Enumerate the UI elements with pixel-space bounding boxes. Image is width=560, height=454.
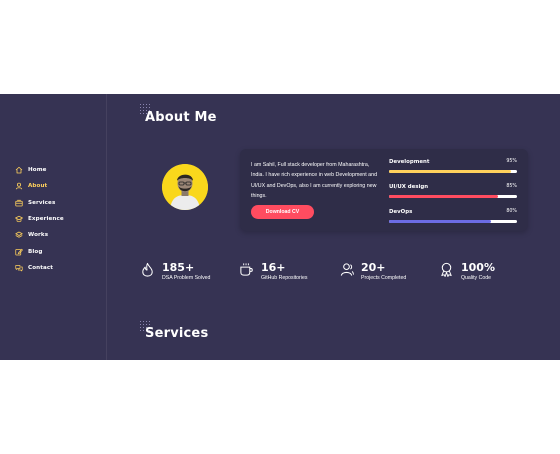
stat-label: Quality Code [461, 275, 491, 281]
skill-ui-ux-design: UI/UX design 85% [389, 182, 517, 198]
users-icon [339, 262, 354, 277]
skill-progress-fill [389, 170, 511, 173]
nav-item-about[interactable]: About [14, 178, 64, 194]
nav-label-about: About [28, 183, 48, 190]
stat-github-repos: 16+ GitHub Repositories [239, 261, 307, 282]
services-title: Services [145, 326, 209, 341]
nav-label-services: Services [28, 199, 56, 206]
profile-photo [162, 164, 208, 210]
avatar [162, 164, 208, 210]
nav-menu: Home About Services Experience Works Blo… [14, 162, 64, 276]
skill-progress-track [389, 220, 517, 223]
skill-name: Development [389, 158, 430, 165]
graduation-cap-icon [14, 215, 23, 224]
stat-label: Projects Completed [361, 275, 407, 281]
nav-item-home[interactable]: Home [14, 162, 64, 178]
stat-dsa-problems: 185+ DSA Problem Solved [140, 261, 210, 282]
stat-projects: 20+ Projects Completed [339, 261, 406, 282]
nav-label-home: Home [28, 167, 47, 174]
layers-icon [14, 231, 23, 240]
nav-label-contact: Contact [28, 264, 54, 271]
nav-item-services[interactable]: Services [14, 195, 64, 211]
skill-percent: 95% [506, 159, 517, 164]
nav-label-experience: Experience [28, 216, 64, 223]
about-title: About Me [145, 110, 217, 125]
page-viewport: Home About Services Experience Works Blo… [0, 94, 560, 360]
stat-quality-code: 100% Quality Code [439, 261, 495, 282]
skill-devops: DevOps 80% [389, 207, 517, 223]
sidebar: Home About Services Experience Works Blo… [0, 94, 107, 360]
stat-value: 16+ [261, 261, 286, 274]
stat-value: 185+ [162, 261, 195, 274]
award-badge-icon [439, 262, 454, 277]
skill-progress-fill [389, 195, 498, 198]
about-card: I am Sahil, Full stack developer from Ma… [240, 149, 528, 231]
coffee-cup-icon [239, 262, 254, 277]
nav-item-works[interactable]: Works [14, 227, 64, 243]
house-icon [14, 166, 23, 175]
stat-label: GitHub Repositories [261, 275, 308, 281]
skill-name: DevOps [389, 208, 413, 215]
edit-icon [14, 247, 23, 256]
skill-progress-fill [389, 220, 492, 223]
nav-item-experience[interactable]: Experience [14, 211, 64, 227]
skill-percent: 85% [506, 184, 517, 189]
stat-label: DSA Problem Solved [162, 275, 211, 281]
user-icon [14, 182, 23, 191]
skills-list: Development 95% UI/UX design 85% DevOps … [389, 157, 517, 232]
skill-percent: 80% [506, 209, 517, 214]
nav-item-blog[interactable]: Blog [14, 243, 64, 259]
nav-label-blog: Blog [28, 248, 43, 255]
stat-value: 100% [461, 261, 495, 274]
fire-icon [140, 262, 155, 277]
chat-bubbles-icon [14, 263, 23, 272]
nav-item-contact[interactable]: Contact [14, 260, 64, 276]
stat-value: 20+ [361, 261, 386, 274]
skill-name: UI/UX design [389, 183, 429, 190]
skill-progress-track [389, 170, 517, 173]
briefcase-icon [14, 198, 23, 207]
about-bio: I am Sahil, Full stack developer from Ma… [251, 162, 378, 200]
download-cv-button[interactable]: Download CV [251, 205, 314, 219]
nav-label-works: Works [28, 232, 49, 239]
skill-development: Development 95% [389, 157, 517, 173]
skill-progress-track [389, 195, 517, 198]
